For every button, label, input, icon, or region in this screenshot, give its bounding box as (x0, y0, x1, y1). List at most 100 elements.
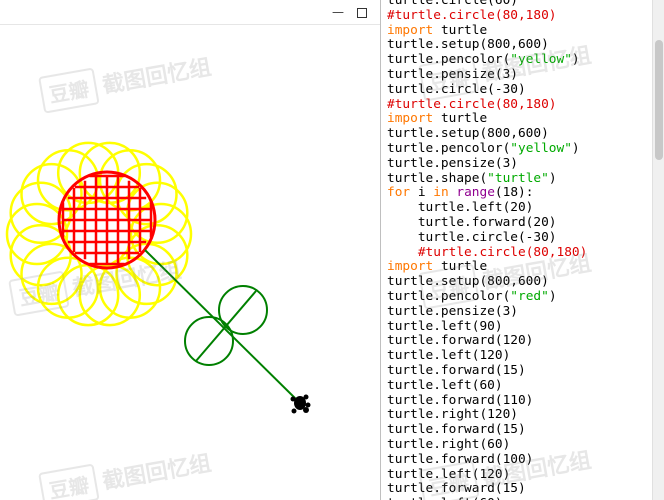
code-token: ) (571, 141, 580, 156)
code-line: turtle.forward(15) (387, 423, 649, 438)
minimize-button[interactable]: — (328, 2, 348, 22)
turtle-head (303, 407, 309, 413)
turtle-cursor (290, 394, 311, 414)
code-token: ) (548, 171, 557, 186)
code-line: turtle.forward(20) (387, 216, 649, 231)
code-token: turtle.left(20) (387, 201, 534, 216)
leaf-lower (184, 316, 234, 366)
code-lines: turtle.circle(60) #turtle.circle(80,180) i… (387, 0, 649, 500)
turtle-leg-2 (303, 394, 309, 400)
code-token: #turtle.circle(80,180) (387, 97, 557, 112)
code-line: turtle.left(60) (387, 379, 649, 394)
code-token: import (387, 260, 434, 275)
code-token: "yellow" (510, 53, 572, 68)
code-token: turtle.pensize(3) (387, 67, 518, 82)
code-token: for (387, 186, 411, 201)
code-token: ) (548, 289, 557, 304)
code-line: turtle.pencolor("yellow") (387, 53, 649, 68)
window-titlebar: — (0, 0, 380, 25)
code-token: turtle (433, 23, 488, 38)
code-line: turtle.pensize(3) (387, 157, 649, 172)
code-line: turtle.left(120) (387, 468, 649, 483)
code-token: turtle.circle(-30) (387, 230, 557, 245)
code-token: turtle.shape( (387, 171, 488, 186)
turtle-graphics-window: — (0, 0, 381, 500)
code-token: turtle.forward(15) (387, 363, 526, 378)
code-token: i (410, 186, 434, 201)
code-token: turtle.forward(100) (387, 452, 534, 467)
code-line: turtle.forward(120) (387, 334, 649, 349)
code-token: turtle.setup(800,600) (387, 127, 549, 142)
petals (5, 141, 193, 327)
screenshot-root: — turtle.circle(60) #turtle.circle(80,18… (0, 0, 664, 500)
code-line: turtle.setup(800,600) (387, 38, 649, 53)
code-line: turtle.pencolor("red") (387, 290, 649, 305)
code-token: #turtle.circle(80,180) (417, 245, 588, 260)
code-token: turtle.pencolor( (387, 53, 511, 68)
code-token: turtle.circle(60) (387, 0, 518, 8)
turtle-leg-4 (305, 402, 311, 408)
code-line: turtle.right(60) (387, 438, 649, 453)
code-token: turtle.forward(120) (387, 334, 534, 349)
code-token: turtle.right(60) (387, 437, 511, 452)
code-token: turtle.setup(800,600) (387, 38, 549, 53)
code-line: turtle.forward(110) (387, 394, 649, 409)
vertical-scrollbar[interactable] (652, 0, 664, 500)
code-token: turtle.left(90) (387, 319, 503, 334)
code-line: turtle.pensize(3) (387, 68, 649, 83)
turtle-canvas (0, 25, 380, 500)
code-token: import (387, 112, 434, 127)
code-line: turtle.left(90) (387, 320, 649, 335)
code-line: turtle.forward(15) (387, 364, 649, 379)
code-line: turtle.setup(800,600) (387, 127, 649, 142)
code-line: turtle.pencolor("yellow") (387, 142, 649, 157)
turtle-leg-3 (291, 408, 297, 414)
scrollbar-thumb[interactable] (655, 40, 663, 160)
code-line: turtle.forward(15) (387, 482, 649, 497)
code-token: turtle.forward(110) (387, 393, 534, 408)
code-token: "turtle" (487, 171, 549, 186)
code-token: turtle (433, 260, 488, 275)
code-token: ) (571, 53, 580, 68)
code-line: turtle.circle(-30) (387, 83, 649, 98)
code-line: turtle.circle(-30) (387, 231, 649, 246)
code-line: turtle.right(120) (387, 408, 649, 423)
code-token: turtle.pencolor( (387, 289, 511, 304)
code-editor[interactable]: turtle.circle(60) #turtle.circle(80,180) i… (381, 0, 652, 500)
code-token: turtle.circle(-30) (387, 82, 526, 97)
code-token: in (433, 186, 449, 201)
code-token: turtle.forward(15) (387, 482, 526, 497)
code-token: turtle.setup(800,600) (387, 275, 549, 290)
code-token: turtle.forward(20) (387, 215, 557, 230)
code-token: turtle.forward(15) (387, 423, 526, 438)
code-token: "red" (510, 289, 549, 304)
code-token: #turtle.circle(80,180) (387, 8, 557, 23)
code-line: turtle.forward(100) (387, 453, 649, 468)
code-line: import turtle (387, 112, 649, 127)
code-line: for i in range(18): (387, 186, 649, 201)
code-token: "yellow" (510, 141, 572, 156)
code-token: range (456, 186, 495, 201)
code-token: turtle.pencolor( (387, 141, 511, 156)
code-line: turtle.circle(60) (387, 0, 649, 9)
code-line: turtle.left(120) (387, 349, 649, 364)
code-token: turtle.right(120) (387, 408, 518, 423)
stem (144, 249, 303, 406)
petal-circle (20, 162, 83, 226)
code-token: turtle.left(120) (387, 467, 511, 482)
turtle-drawing (5, 141, 311, 414)
code-token: turtle.pensize(3) (387, 304, 518, 319)
code-token: turtle.pensize(3) (387, 156, 518, 171)
code-line: #turtle.circle(80,180) (387, 246, 649, 261)
code-token: turtle (433, 112, 488, 127)
code-line: #turtle.circle(80,180) (387, 98, 649, 113)
flower-center (57, 170, 157, 270)
code-line: import turtle (387, 260, 649, 275)
turtle-leg-1 (290, 396, 296, 402)
code-token: turtle.left(120) (387, 349, 511, 364)
code-line: import turtle (387, 24, 649, 39)
code-token: import (387, 23, 434, 38)
maximize-icon (357, 7, 367, 18)
maximize-button[interactable] (352, 2, 372, 22)
code-line: turtle.pensize(3) (387, 305, 649, 320)
